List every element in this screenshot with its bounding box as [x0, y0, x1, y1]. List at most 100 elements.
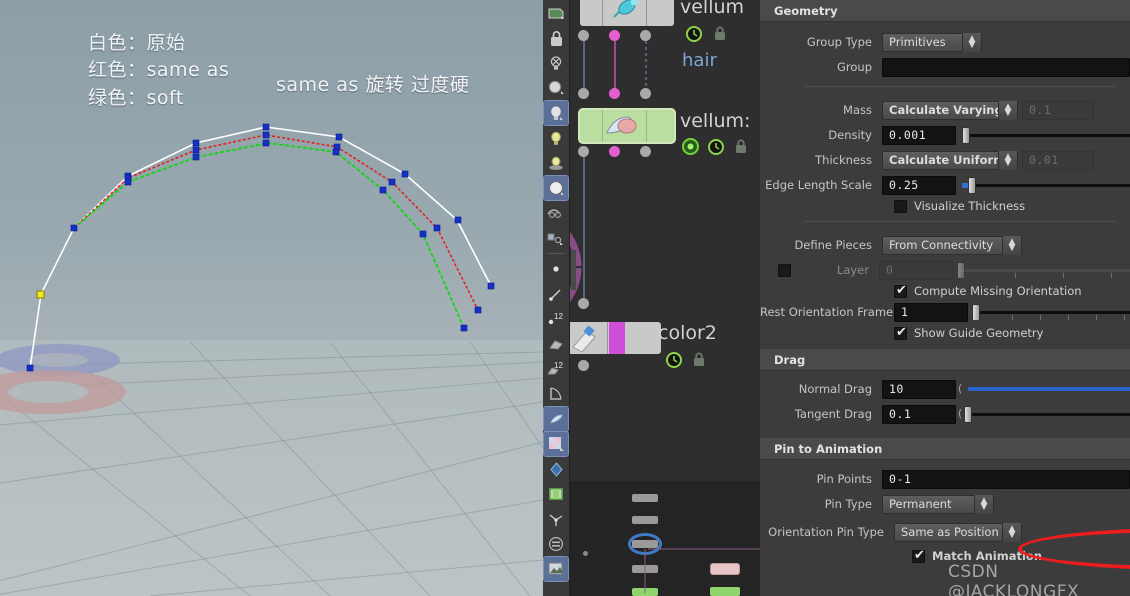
network-canvas[interactable]: vellum hair vellum: color2: [570, 0, 760, 480]
define-pieces-dropdown[interactable]: From Connectivity ▲ ▼: [882, 235, 1022, 255]
orientation-pin-type-row[interactable]: Orientation Pin Type Same as Position ▲ ▼: [760, 521, 1130, 543]
primitives-icon[interactable]: [544, 332, 568, 356]
mass-row[interactable]: Mass Calculate Varying ▲ ▼ 0.1: [760, 99, 1130, 121]
show-guide-geometry-row[interactable]: Show Guide Geometry: [894, 325, 1130, 340]
node-output-port[interactable]: [609, 30, 620, 41]
display-icon[interactable]: [682, 138, 699, 155]
spinner-icon[interactable]: ▲ ▼: [998, 100, 1017, 120]
group-row[interactable]: Group: [760, 56, 1130, 78]
tangent-drag-row[interactable]: Tangent Drag 0.1 (: [760, 403, 1130, 425]
spinner-icon[interactable]: ▲ ▼: [1002, 235, 1021, 255]
point-light-icon[interactable]: [544, 126, 568, 150]
tangent-drag-slider[interactable]: (: [956, 405, 1130, 424]
color2-node[interactable]: [570, 322, 661, 354]
pin-type-dropdown[interactable]: Permanent ▲ ▼: [882, 494, 994, 514]
spinner-icon[interactable]: ▲ ▼: [998, 150, 1017, 170]
time-dependent-icon[interactable]: [666, 352, 682, 368]
show-guide-geometry-checkbox[interactable]: [894, 325, 908, 340]
node-body[interactable]: [580, 0, 674, 26]
group-type-dropdown[interactable]: Primitives ▲ ▼: [882, 32, 982, 52]
vector-display-icon[interactable]: [544, 382, 568, 406]
wireframe-ghost-icon[interactable]: [544, 226, 568, 250]
node-output-port[interactable]: [578, 146, 589, 157]
pin-type-row[interactable]: Pin Type Permanent ▲ ▼: [760, 493, 1130, 515]
visualize-thickness-checkbox[interactable]: [894, 199, 907, 213]
shaded-view-icon[interactable]: [543, 175, 569, 201]
normal-drag-slider[interactable]: (: [956, 380, 1130, 399]
selected-point[interactable]: [36, 290, 45, 299]
network-editor-pane[interactable]: 12 12 vellum hair vellum: color2: [543, 0, 760, 596]
node-input-port[interactable]: [578, 88, 589, 99]
match-animation-row[interactable]: Match Animation: [912, 548, 1130, 563]
lock-icon[interactable]: [734, 139, 748, 154]
viewport-toolbar[interactable]: 12 12: [543, 0, 570, 596]
edge-length-scale-input[interactable]: 0.25: [882, 175, 956, 195]
visualize-thickness-row[interactable]: Visualize Thickness: [894, 199, 1130, 213]
spinner-icon[interactable]: ▲ ▼: [962, 32, 981, 52]
node-body[interactable]: [570, 322, 661, 354]
orientation-pin-type-dropdown[interactable]: Same as Position ▲ ▼: [894, 522, 1022, 542]
lock-icon[interactable]: [544, 26, 568, 50]
node-body[interactable]: [580, 110, 674, 142]
points-icon[interactable]: [544, 257, 568, 281]
normal-drag-input[interactable]: 10: [882, 379, 956, 399]
node-output-port[interactable]: [609, 146, 620, 157]
tangent-drag-input[interactable]: 0.1: [882, 404, 956, 424]
background-image-icon[interactable]: [543, 556, 569, 582]
rest-orientation-frame-row[interactable]: Rest Orientation Frame 1: [760, 301, 1130, 323]
pin-points-input[interactable]: 0-1: [882, 469, 1130, 489]
group-input[interactable]: [882, 57, 1130, 77]
primitive-numbers-icon[interactable]: 12: [544, 357, 568, 381]
density-input[interactable]: 0.001: [882, 125, 956, 145]
selection-bounds-icon[interactable]: [544, 482, 568, 506]
pin-points-row[interactable]: Pin Points 0-1: [760, 468, 1130, 490]
spinner-icon[interactable]: ▲ ▼: [974, 494, 993, 514]
node-output-port[interactable]: [640, 30, 651, 41]
density-row[interactable]: Density 0.001: [760, 124, 1130, 146]
node-output-port[interactable]: [640, 146, 651, 157]
layer-row[interactable]: Layer 0: [760, 259, 1130, 281]
point-numbers-icon[interactable]: 12: [544, 307, 568, 331]
time-dependent-icon[interactable]: [708, 139, 724, 155]
layer-toggle-checkbox[interactable]: [778, 263, 791, 277]
node-input-port[interactable]: [578, 298, 589, 309]
spinner-icon[interactable]: ▲ ▼: [1002, 522, 1021, 542]
ghost-display-icon[interactable]: [544, 201, 568, 225]
network-minimap[interactable]: [570, 482, 760, 596]
viewport-3d[interactable]: 白色：原始 红色：same as 绿色：soft same as 旋转 过度硬: [0, 0, 543, 596]
thickness-row[interactable]: Thickness Calculate Uniform ▲ ▼ 0.01: [760, 149, 1130, 171]
no-light-icon[interactable]: [544, 51, 568, 75]
time-dependent-icon[interactable]: [686, 26, 702, 42]
node-input-port[interactable]: [609, 88, 620, 99]
normal-drag-row[interactable]: Normal Drag 10 (: [760, 378, 1130, 400]
headlight-icon[interactable]: [544, 76, 568, 100]
ambient-light-icon[interactable]: [544, 151, 568, 175]
density-slider[interactable]: [956, 126, 1130, 145]
lock-icon[interactable]: [713, 26, 727, 41]
origin-axis-icon[interactable]: [544, 507, 568, 531]
texture-display-icon[interactable]: [543, 431, 569, 457]
thickness-mode-dropdown[interactable]: Calculate Uniform ▲ ▼: [882, 150, 1018, 170]
view-layout-icon[interactable]: [544, 1, 568, 25]
scene-light-icon[interactable]: [543, 100, 569, 126]
compute-missing-orientation-checkbox[interactable]: [894, 283, 908, 298]
lock-icon[interactable]: [692, 352, 706, 367]
node-input-port[interactable]: [640, 88, 651, 99]
rest-orientation-frame-slider[interactable]: [968, 303, 1130, 322]
node-output-port[interactable]: [578, 360, 589, 371]
match-animation-checkbox[interactable]: [912, 548, 926, 563]
edge-length-scale-slider[interactable]: [956, 176, 1130, 195]
grid-icon[interactable]: [544, 532, 568, 556]
node-output-port[interactable]: [578, 30, 589, 41]
compute-missing-orientation-row[interactable]: Compute Missing Orientation: [894, 283, 1130, 298]
parameter-panel[interactable]: Geometry Group Type Primitives ▲ ▼ Group …: [760, 0, 1130, 596]
mass-mode-dropdown[interactable]: Calculate Varying ▲ ▼: [882, 100, 1018, 120]
guide-geometry-icon[interactable]: [543, 406, 569, 432]
rest-orientation-frame-input[interactable]: 1: [894, 302, 968, 322]
network-scroll-handle[interactable]: [570, 240, 578, 480]
point-normals-icon[interactable]: [544, 282, 568, 306]
vellum-hair-node[interactable]: [580, 0, 674, 26]
vellum-node-2[interactable]: [580, 110, 674, 142]
group-type-row[interactable]: Group Type Primitives ▲ ▼: [760, 31, 1130, 53]
define-pieces-row[interactable]: Define Pieces From Connectivity ▲ ▼: [760, 234, 1130, 256]
